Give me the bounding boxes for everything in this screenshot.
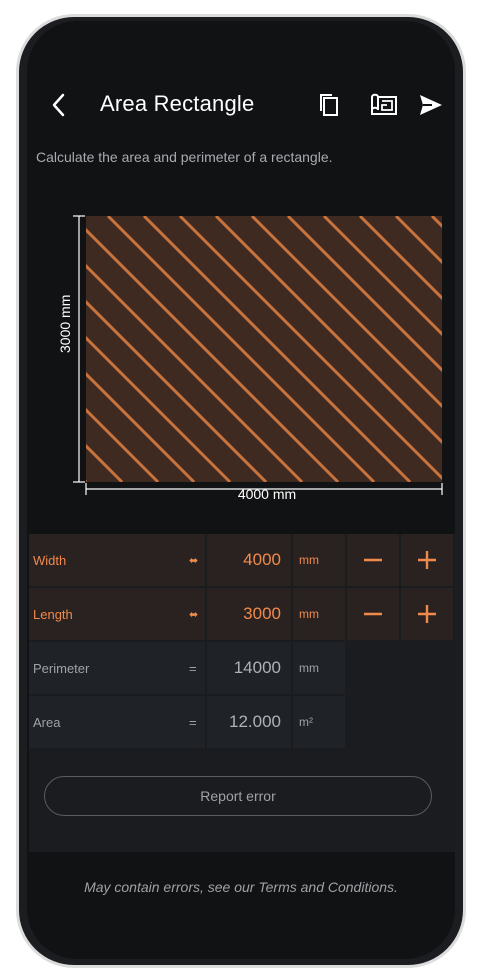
area-value: 12.000 xyxy=(207,696,291,748)
perimeter-label-text: Perimeter xyxy=(33,660,90,676)
equals-sign: = xyxy=(189,714,197,730)
page-title: Area Rectangle xyxy=(100,91,255,116)
area-unit[interactable]: m² xyxy=(293,696,345,748)
width-increment-button[interactable] xyxy=(401,534,453,586)
width-decrement-button[interactable] xyxy=(347,534,399,586)
copy-button[interactable] xyxy=(315,91,343,119)
length-input[interactable]: 3000 xyxy=(207,588,291,640)
rectangle-diagram xyxy=(73,215,443,495)
minus-icon xyxy=(364,558,382,562)
perimeter-unit[interactable]: mm xyxy=(293,642,345,694)
length-label: Length ⬌ xyxy=(29,588,205,640)
length-label-text: Length xyxy=(33,606,73,622)
minus-icon xyxy=(364,612,382,616)
length-unit[interactable]: mm xyxy=(293,588,345,640)
share-button[interactable] xyxy=(417,91,445,119)
floorplan-button[interactable] xyxy=(367,91,401,119)
width-dimension-label: 4000 mm xyxy=(237,486,297,502)
report-error-button[interactable]: Report error xyxy=(44,776,432,816)
app-screen: Area Rectangle Calculate the area and pe… xyxy=(27,21,455,959)
area-label: Area = xyxy=(29,696,205,748)
send-icon xyxy=(420,95,442,115)
area-label-text: Area xyxy=(33,714,61,730)
description-text: Calculate the area and perimeter of a re… xyxy=(36,149,333,165)
plus-icon xyxy=(418,551,436,569)
width-input[interactable]: 4000 xyxy=(207,534,291,586)
phone-frame: Area Rectangle Calculate the area and pe… xyxy=(16,14,466,968)
height-dimension-label: 3000 mm xyxy=(57,294,73,353)
chevron-left-icon xyxy=(52,93,65,117)
length-decrement-button[interactable] xyxy=(347,588,399,640)
width-label-text: Width xyxy=(33,552,67,568)
length-increment-button[interactable] xyxy=(401,588,453,640)
rectangle-figure: 4000 mm 3000 mm xyxy=(27,191,455,511)
width-label: Width ⬌ xyxy=(29,534,205,586)
perimeter-value: 14000 xyxy=(207,642,291,694)
copy-icon xyxy=(320,94,338,116)
swap-icon[interactable]: ⬌ xyxy=(189,608,198,621)
width-unit[interactable]: mm xyxy=(293,534,345,586)
equals-sign: = xyxy=(189,660,197,676)
perimeter-label: Perimeter = xyxy=(29,642,205,694)
app-header: Area Rectangle xyxy=(27,85,455,125)
plus-icon xyxy=(418,605,436,623)
back-button[interactable] xyxy=(45,91,73,119)
swap-icon[interactable]: ⬌ xyxy=(189,554,198,567)
blueprint-icon xyxy=(371,93,397,115)
disclaimer-text[interactable]: May contain errors, see our Terms and Co… xyxy=(27,879,455,895)
